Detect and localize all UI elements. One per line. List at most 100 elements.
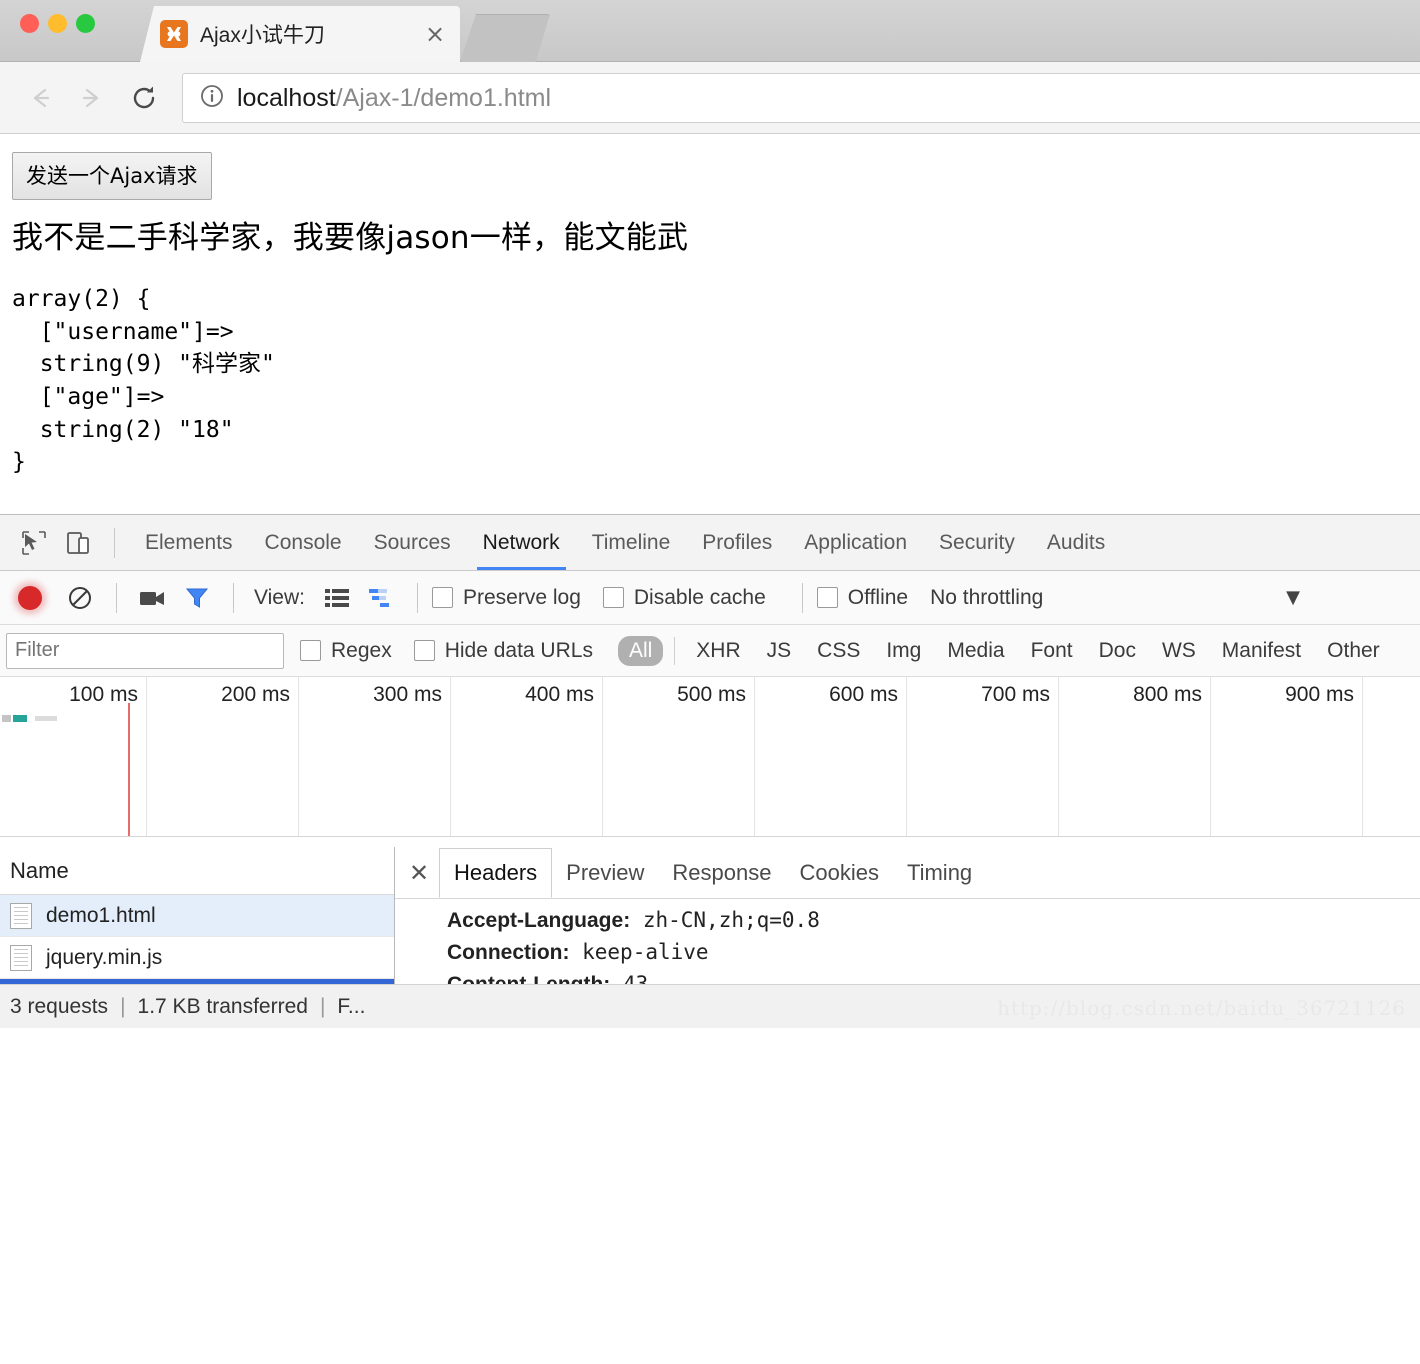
regex-checkbox[interactable]: Regex — [300, 639, 392, 663]
checkbox-box[interactable] — [300, 640, 321, 661]
info-circle-icon[interactable] — [199, 83, 225, 114]
network-timeline-overview[interactable]: 100 ms 200 ms 300 ms 400 ms 500 ms 600 m… — [0, 677, 1420, 837]
tab-response[interactable]: Response — [658, 848, 785, 898]
tab-timeline[interactable]: Timeline — [576, 515, 687, 570]
throttling-select[interactable]: No throttling — [930, 586, 1043, 610]
filter-type-font[interactable]: Font — [1021, 636, 1083, 666]
record-icon[interactable] — [18, 585, 42, 610]
url-display: localhost/Ajax-1/demo1.html — [237, 84, 551, 113]
back-arrow-icon[interactable] — [14, 72, 66, 124]
forward-arrow-icon[interactable] — [66, 72, 118, 124]
timeline-tick: 300 ms — [373, 683, 442, 706]
preserve-log-label: Preserve log — [462, 585, 581, 609]
tab-cookies[interactable]: Cookies — [785, 848, 892, 898]
status-divider: | — [120, 994, 126, 1018]
header-value: zh-CN,zh;q=0.8 — [630, 908, 820, 932]
new-tab-area[interactable] — [460, 14, 550, 62]
tab-preview[interactable]: Preview — [552, 848, 658, 898]
timeline-bar-gap — [29, 715, 33, 722]
document-icon — [10, 902, 32, 929]
funnel-icon[interactable] — [175, 576, 219, 620]
header-name: Content-Length: — [447, 973, 610, 984]
filter-type-ws[interactable]: WS — [1152, 636, 1206, 666]
checkbox-box[interactable] — [431, 587, 453, 608]
request-headers-list: Accept-Language: zh-CN,zh;q=0.8 Connecti… — [395, 899, 1420, 984]
header-name: Connection: — [447, 940, 570, 964]
disable-cache-checkbox[interactable]: Disable cache — [602, 586, 766, 610]
table-row[interactable]: demo1.html — [0, 895, 394, 937]
filter-input[interactable] — [6, 632, 284, 669]
device-toolbar-icon[interactable] — [56, 521, 100, 565]
send-ajax-request-button[interactable]: 发送一个Ajax请求 — [12, 152, 212, 200]
minimize-window-button[interactable] — [48, 14, 67, 33]
filter-type-doc[interactable]: Doc — [1089, 636, 1146, 666]
filter-type-media[interactable]: Media — [937, 636, 1014, 666]
tab-audits[interactable]: Audits — [1031, 515, 1121, 570]
filter-type-all[interactable]: All — [617, 635, 664, 666]
tab-application[interactable]: Application — [788, 515, 923, 570]
checkbox-box[interactable] — [816, 587, 838, 608]
browser-tab[interactable]: Ajax小试牛刀 × — [140, 6, 460, 62]
chevron-down-icon[interactable]: ▼ — [1286, 587, 1300, 608]
xampp-icon — [160, 20, 188, 48]
tab-label: Application — [804, 530, 908, 554]
filter-type-img[interactable]: Img — [876, 636, 931, 666]
checkbox-box[interactable] — [413, 640, 435, 661]
reload-icon[interactable] — [118, 72, 170, 124]
tab-label: Console — [264, 530, 342, 554]
timeline-tick: 200 ms — [221, 683, 290, 706]
waterfall-view-icon[interactable] — [359, 576, 403, 620]
window-controls — [20, 14, 95, 33]
timeline-bar — [13, 715, 27, 722]
header-value: 43 — [610, 971, 649, 984]
timeline-tick: 800 ms — [1133, 683, 1202, 706]
clear-icon[interactable] — [58, 576, 102, 620]
filter-type-other[interactable]: Other — [1317, 636, 1390, 666]
tab-sources[interactable]: Sources — [358, 515, 467, 570]
tab-title: Ajax小试牛刀 — [200, 24, 325, 47]
header-row: Content-Length: 43 — [405, 969, 1420, 984]
tab-elements[interactable]: Elements — [129, 515, 249, 570]
close-icon[interactable]: ✕ — [401, 855, 437, 891]
close-tab-button[interactable]: × — [422, 21, 448, 47]
filter-type-xhr[interactable]: XHR — [686, 636, 750, 666]
address-bar[interactable]: localhost/Ajax-1/demo1.html — [182, 73, 1420, 123]
tab-console[interactable]: Console — [249, 515, 358, 570]
devtools-tabbar: Elements Console Sources Network Timelin… — [0, 515, 1420, 571]
hide-data-urls-checkbox[interactable]: Hide data URLs — [413, 639, 593, 663]
tab-label: Sources — [373, 530, 451, 554]
maximize-window-button[interactable] — [76, 14, 95, 33]
header-name: Accept-Language: — [447, 909, 631, 932]
toolbar-divider — [116, 582, 117, 613]
tab-network[interactable]: Network — [467, 515, 576, 570]
tab-label: Audits — [1046, 530, 1106, 554]
toolbar-divider — [416, 582, 418, 613]
camera-icon[interactable] — [131, 576, 175, 620]
checkbox-box[interactable] — [602, 587, 624, 608]
toolbar-divider — [114, 527, 115, 558]
requests-column-header[interactable]: Name — [0, 847, 394, 895]
filter-type-js[interactable]: JS — [757, 636, 802, 666]
tab-security[interactable]: Security — [923, 515, 1031, 570]
network-filterbar: Regex Hide data URLs All XHR JS CSS Img … — [0, 625, 1420, 677]
table-row[interactable]: jquery.min.js — [0, 937, 394, 979]
list-view-icon[interactable] — [315, 576, 359, 620]
request-detail-panel: ✕ Headers Preview Response Cookies Timin… — [395, 847, 1420, 984]
tab-label: Network — [482, 530, 560, 554]
filter-type-manifest[interactable]: Manifest — [1212, 636, 1311, 666]
browser-toolbar: localhost/Ajax-1/demo1.html — [0, 62, 1420, 134]
inspect-element-icon[interactable] — [12, 521, 56, 565]
tab-profiles[interactable]: Profiles — [686, 515, 788, 570]
timeline-mini-bars — [2, 715, 57, 722]
timeline-tick: 400 ms — [525, 683, 594, 706]
document-icon — [10, 944, 32, 971]
filter-type-css[interactable]: CSS — [807, 636, 870, 666]
tab-headers[interactable]: Headers — [439, 848, 553, 898]
var-dump-output: array(2) { ["username"]=> string(9) "科学家… — [12, 286, 275, 476]
filterbar-divider — [674, 636, 676, 665]
preserve-log-checkbox[interactable]: Preserve log — [431, 585, 581, 610]
offline-checkbox[interactable]: Offline — [816, 586, 908, 610]
close-window-button[interactable] — [20, 14, 39, 33]
url-host: localhost — [237, 83, 336, 112]
tab-timing[interactable]: Timing — [893, 848, 986, 898]
